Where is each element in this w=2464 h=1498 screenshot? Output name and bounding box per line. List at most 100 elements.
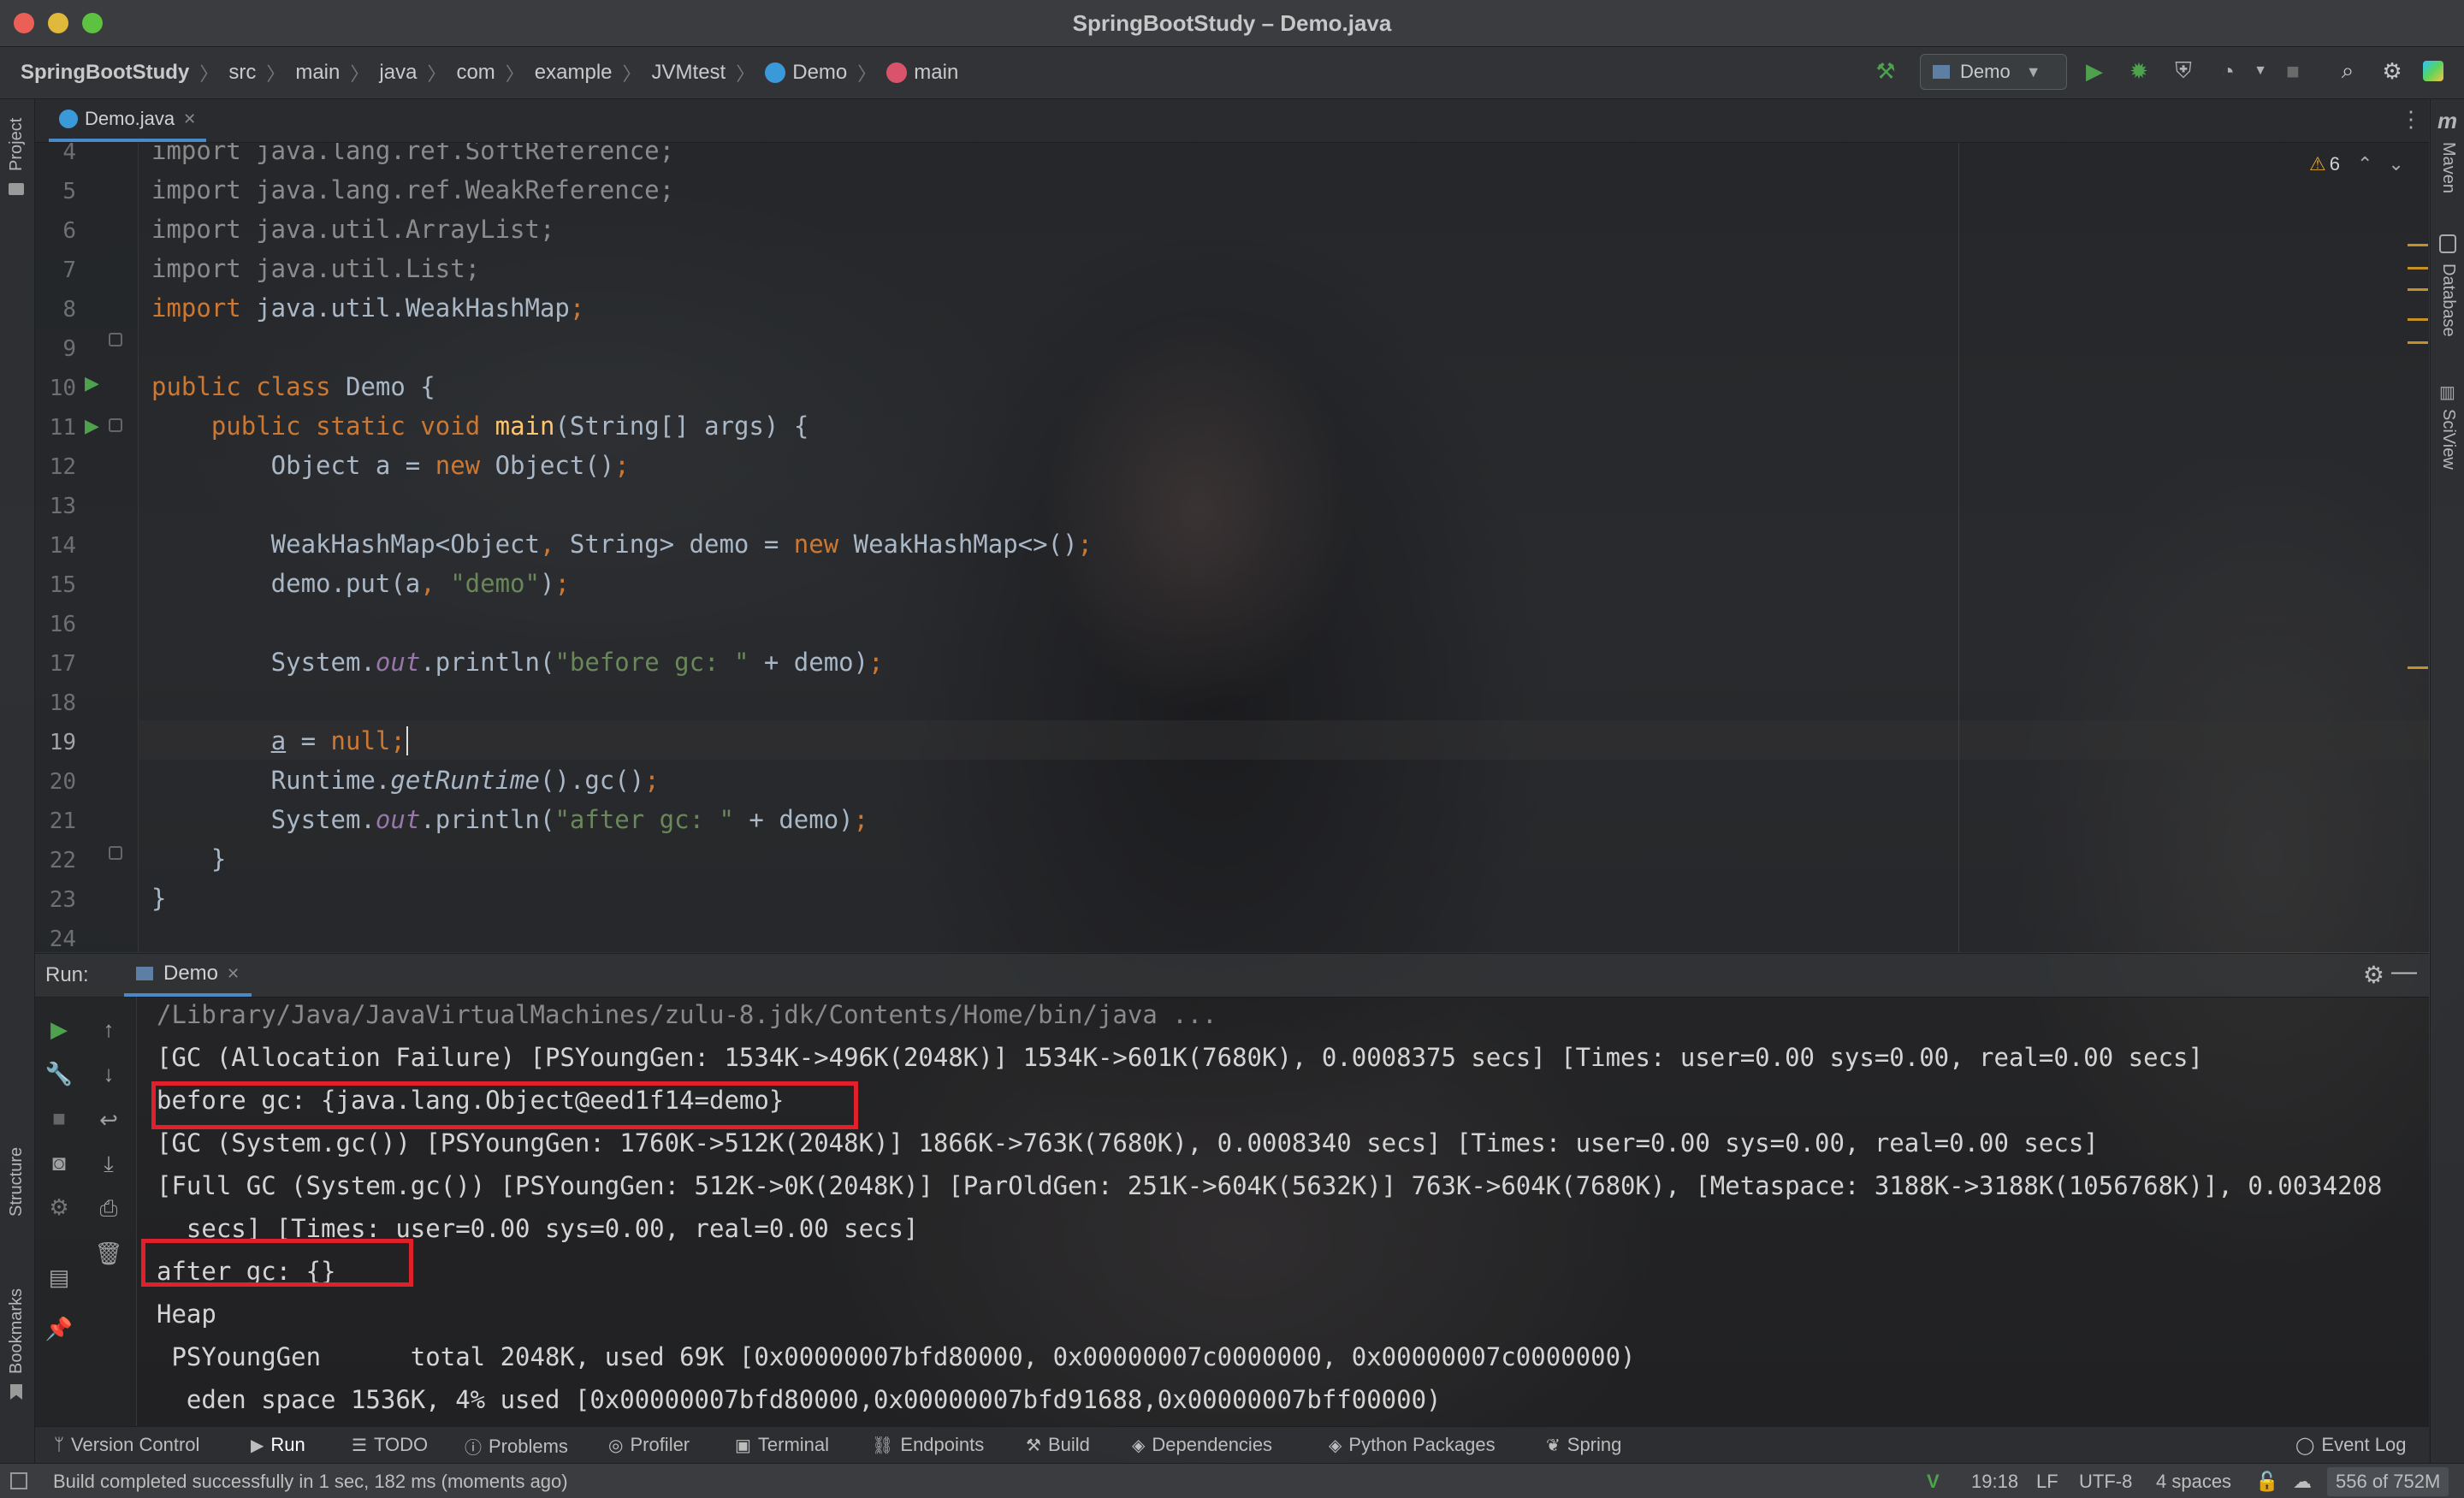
breadcrumb-jvmtest[interactable]: JVMtest — [652, 61, 726, 85]
status-message[interactable]: Build completed successfully in 1 sec, 1… — [53, 1471, 568, 1493]
sciview-tool-tab[interactable]: SciView — [2438, 409, 2458, 470]
breadcrumb-method-label: main — [914, 61, 959, 84]
tool-button-dependencies[interactable]: ◈ Dependencies — [1132, 1434, 1272, 1456]
tool-button-python-packages[interactable]: ◈ Python Packages — [1329, 1434, 1496, 1456]
code-editor[interactable]: 4 import java.lang.ref.SoftReference; 5 imp… — [35, 143, 2429, 952]
minimize-panel-icon[interactable]: — — [2391, 957, 2417, 986]
build-hammer-icon[interactable]: ⚒ — [1872, 57, 1899, 85]
tool-button-terminal[interactable]: ▣ Terminal — [735, 1434, 829, 1456]
print-icon[interactable]: ⎙ — [93, 1193, 124, 1224]
arrow-up-icon[interactable]: ↑ — [93, 1014, 124, 1045]
coverage-shield-icon[interactable]: ⛨ — [2170, 57, 2197, 85]
breadcrumb-project[interactable]: SpringBootStudy — [21, 61, 189, 85]
chevron-right-icon: 〉 — [427, 63, 447, 85]
caret-position[interactable]: 19:18 — [1971, 1471, 2018, 1493]
tool-window-toggle-icon[interactable] — [10, 1472, 27, 1489]
line-number: 10 — [49, 376, 76, 401]
bookmark-icon — [10, 1384, 22, 1400]
breadcrumb-src[interactable]: src — [228, 61, 256, 85]
run-method-gutter-icon[interactable]: ▶ — [85, 415, 99, 437]
breadcrumb-main[interactable]: main — [295, 61, 340, 85]
console-line: [GC (Allocation Failure) [PSYoungGen: 15… — [157, 1043, 2203, 1072]
stop-icon[interactable]: ■ — [44, 1103, 74, 1134]
tool-button-label: Build — [1047, 1434, 1090, 1455]
scroll-to-end-icon[interactable]: ⤓ — [93, 1149, 124, 1180]
run-icon[interactable]: ▶ — [2081, 57, 2108, 85]
rerun-icon[interactable]: ▶ — [44, 1014, 74, 1045]
play-icon: ▶ — [251, 1436, 264, 1455]
tool-button-build[interactable]: ⚒ Build — [1026, 1434, 1090, 1456]
profile-icon[interactable]: ◔ — [2214, 57, 2242, 85]
stop-icon[interactable]: ■ — [2279, 57, 2307, 85]
maven-tool-tab[interactable]: Maven — [2438, 142, 2458, 193]
layout-icon[interactable]: ▤ — [44, 1262, 74, 1293]
search-icon[interactable]: ⌕ — [2334, 57, 2361, 85]
tool-button-endpoints[interactable]: ⛓ Endpoints — [872, 1434, 984, 1456]
gear-icon[interactable]: ⚙ — [2363, 961, 2384, 989]
soft-wrap-icon[interactable]: ↩ — [93, 1104, 124, 1135]
wrench-icon[interactable]: 🔧 — [44, 1058, 74, 1089]
tool-button-profiler[interactable]: ◎ Profiler — [608, 1434, 690, 1456]
project-tool-tab[interactable]: Project — [7, 118, 27, 171]
right-tool-strip: m Maven Database ▥ SciView — [2430, 99, 2464, 1463]
git-icon[interactable]: ☁ — [2293, 1471, 2312, 1493]
gear-icon[interactable]: ⚙ — [2378, 57, 2406, 85]
close-icon[interactable]: ✕ — [183, 110, 196, 128]
close-icon[interactable]: ✕ — [227, 965, 240, 983]
chevron-up-icon[interactable]: ⌃ — [2357, 153, 2372, 175]
run-class-gutter-icon[interactable]: ▶ — [85, 372, 99, 394]
speech-bubble-icon: ◯ — [2295, 1436, 2315, 1455]
code-line: import java.lang.ref.SoftReference; — [151, 143, 675, 165]
run-configuration-select[interactable]: Demo ▼ — [1920, 54, 2067, 90]
inspections-widget[interactable]: ⚠ 6 ⌃ ⌄ — [2309, 153, 2404, 175]
tool-button-spring[interactable]: ❦ Spring — [1546, 1434, 1621, 1456]
fold-icon[interactable] — [109, 846, 122, 860]
more-options-icon[interactable]: ⋮ — [2400, 106, 2422, 133]
debug-bug-icon[interactable]: ✹ — [2125, 57, 2153, 85]
run-console[interactable]: ▶ ↑ 🔧 ↓ ■ ↩ ◙ ⤓ ⚙ ⎙ 🗑 ▤ 📌 /Library/Java/… — [35, 997, 2429, 1426]
structure-tool-tab[interactable]: Structure — [7, 1147, 27, 1217]
chevron-down-icon[interactable]: ▼ — [2247, 57, 2274, 85]
tool-button-run[interactable]: ▶ Run — [251, 1434, 305, 1456]
tool-button-label: Profiler — [630, 1434, 690, 1455]
chevron-down-icon[interactable]: ⌄ — [2388, 153, 2403, 175]
warning-stripe-marker[interactable] — [2408, 341, 2428, 344]
trash-icon[interactable]: 🗑 — [93, 1238, 124, 1269]
arrow-down-icon[interactable]: ↓ — [93, 1058, 124, 1089]
warning-stripe-marker[interactable] — [2408, 267, 2428, 269]
breadcrumb: SpringBootStudy 〉 src 〉 main 〉 java 〉 co… — [21, 59, 958, 86]
editor-tab-demo-java[interactable]: Demo.java ✕ — [49, 99, 207, 142]
settings-gear-icon[interactable]: ⚙ — [44, 1192, 74, 1223]
bookmarks-tool-tab[interactable]: Bookmarks — [7, 1288, 27, 1374]
app-config-icon — [136, 967, 153, 980]
memory-indicator[interactable]: 556 of 752M — [2327, 1467, 2449, 1496]
code-line: WeakHashMap<Object, String> demo = new W… — [151, 530, 1093, 559]
line-number: 5 — [62, 179, 76, 204]
warning-stripe-marker[interactable] — [2408, 244, 2428, 246]
warning-stripe-marker[interactable] — [2408, 666, 2428, 669]
fold-icon[interactable] — [109, 418, 122, 432]
tool-button-event-log[interactable]: ◯ Event Log — [2295, 1434, 2406, 1456]
run-tab-demo[interactable]: Demo ✕ — [124, 954, 252, 997]
tool-button-todo[interactable]: ☰ TODO — [352, 1434, 428, 1456]
breadcrumb-main-method[interactable]: main — [886, 61, 958, 85]
breadcrumb-com[interactable]: com — [456, 61, 495, 85]
line-separator[interactable]: LF — [2036, 1471, 2058, 1493]
breadcrumb-demo-class[interactable]: Demo — [765, 61, 847, 85]
plugin-color-icon[interactable] — [2420, 57, 2447, 85]
info-icon: ⓘ — [465, 1439, 482, 1458]
tool-button-problems[interactable]: ⓘ Problems — [465, 1434, 568, 1459]
database-tool-tab[interactable]: Database — [2438, 263, 2458, 337]
fold-icon[interactable] — [109, 333, 122, 346]
code-line: a = null; — [151, 726, 408, 755]
file-encoding[interactable]: UTF-8 — [2079, 1471, 2132, 1493]
indent-setting[interactable]: 4 spaces — [2156, 1471, 2231, 1493]
pin-icon[interactable]: 📌 — [44, 1313, 74, 1344]
tool-button-version-control[interactable]: ᛘ Version Control — [54, 1434, 199, 1456]
camera-icon[interactable]: ◙ — [44, 1147, 74, 1178]
breadcrumb-example[interactable]: example — [535, 61, 613, 85]
breadcrumb-java[interactable]: java — [379, 61, 417, 85]
lock-icon[interactable]: 🔓 — [2255, 1471, 2278, 1493]
warning-stripe-marker[interactable] — [2408, 288, 2428, 291]
warning-stripe-marker[interactable] — [2408, 318, 2428, 321]
